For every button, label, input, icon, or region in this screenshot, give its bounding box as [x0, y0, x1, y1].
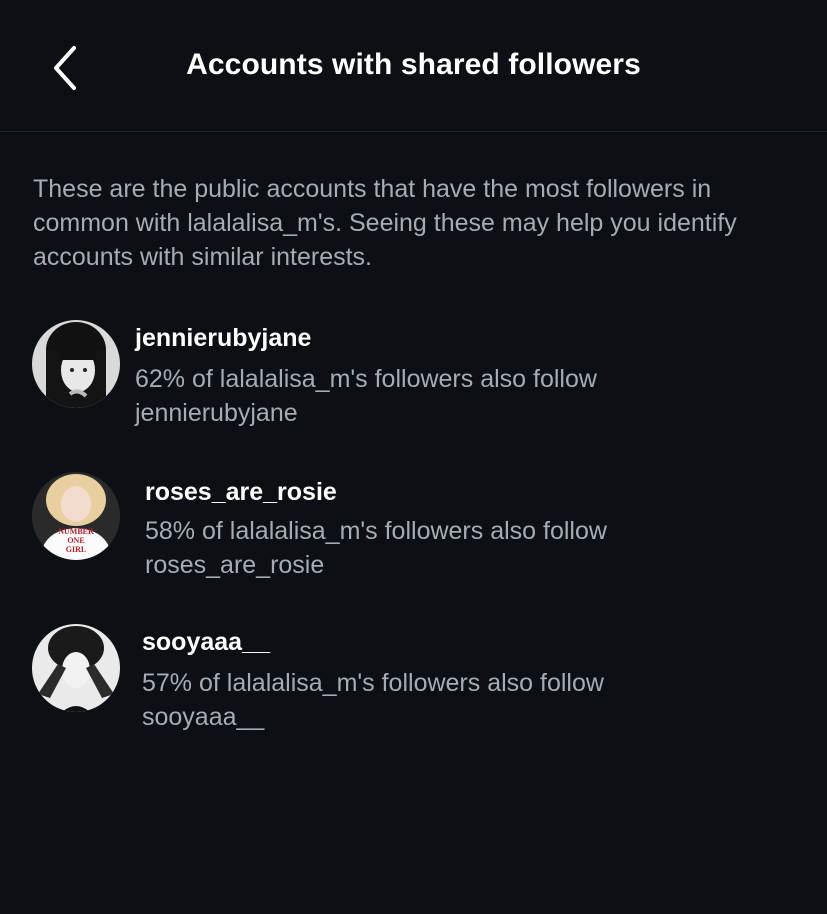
intro-description: These are the public accounts that have … — [33, 175, 737, 271]
avatar[interactable] — [32, 320, 120, 408]
account-row-jennierubyjane[interactable]: jennierubyjane 62% of lalalalisa_m's fol… — [0, 318, 827, 438]
shirt-text-line-1: NUMBER — [58, 527, 94, 536]
shared-followers-line: 62% of lalalalisa_m's followers also fol… — [135, 365, 597, 393]
shared-followers-text: 57% of lalalalisa_m's followers also fol… — [142, 666, 782, 734]
account-row-roses-are-rosie[interactable]: NUMBER ONE GIRL roses_are_rosie 58% of l… — [0, 470, 827, 590]
shared-followers-account: roses_are_rosie — [145, 551, 325, 579]
account-username[interactable]: sooyaaa__ — [142, 628, 270, 657]
account-username[interactable]: roses_are_rosie — [145, 478, 337, 507]
page-title: Accounts with shared followers — [186, 48, 641, 81]
shirt-text-line-2: ONE — [67, 536, 84, 545]
shared-followers-text: 62% of lalalalisa_m's followers also fol… — [135, 362, 775, 430]
shared-followers-line: 58% of lalalalisa_m's followers also fol… — [145, 517, 607, 545]
shirt-text-line-3: GIRL — [66, 545, 86, 554]
avatar[interactable] — [32, 624, 120, 712]
shared-followers-account: sooyaaa__ — [142, 703, 265, 731]
header-bar: Accounts with shared followers — [0, 0, 827, 132]
shared-followers-line: 57% of lalalalisa_m's followers also fol… — [142, 669, 604, 697]
account-row-sooyaaa[interactable]: sooyaaa__ 57% of lalalalisa_m's follower… — [0, 622, 827, 742]
avatar[interactable]: NUMBER ONE GIRL — [32, 472, 120, 560]
account-username[interactable]: jennierubyjane — [135, 324, 311, 353]
shared-followers-text: 58% of lalalalisa_m's followers also fol… — [145, 514, 785, 582]
shared-followers-account: jennierubyjane — [135, 399, 298, 427]
